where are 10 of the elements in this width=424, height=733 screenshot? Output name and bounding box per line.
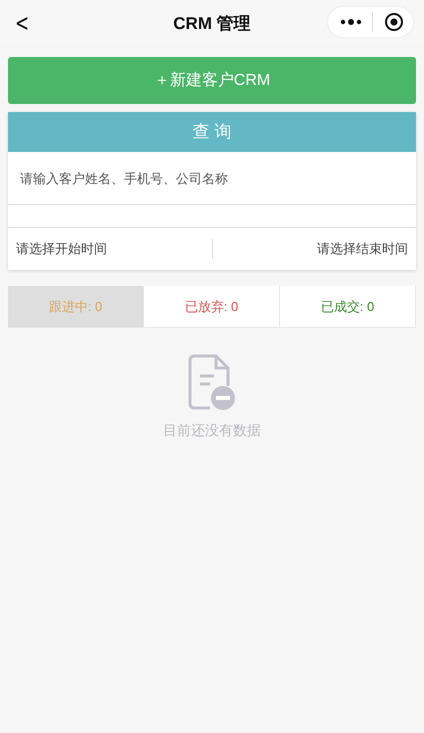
start-time-picker[interactable]: 请选择开始时间 — [16, 239, 212, 259]
empty-document-icon — [188, 354, 236, 412]
page-title: CRM 管理 — [173, 13, 251, 35]
end-time-picker[interactable]: 请选择结束时间 — [212, 239, 408, 259]
new-customer-button[interactable]: ＋新建客户CRM — [8, 57, 416, 104]
search-input[interactable]: 请输入客户姓名、手机号、公司名称 — [8, 152, 416, 204]
more-icon[interactable] — [340, 18, 362, 26]
empty-message: 目前还没有数据 — [163, 421, 261, 440]
back-button[interactable]: < — [6, 10, 38, 34]
query-header: 查 询 — [8, 112, 416, 152]
